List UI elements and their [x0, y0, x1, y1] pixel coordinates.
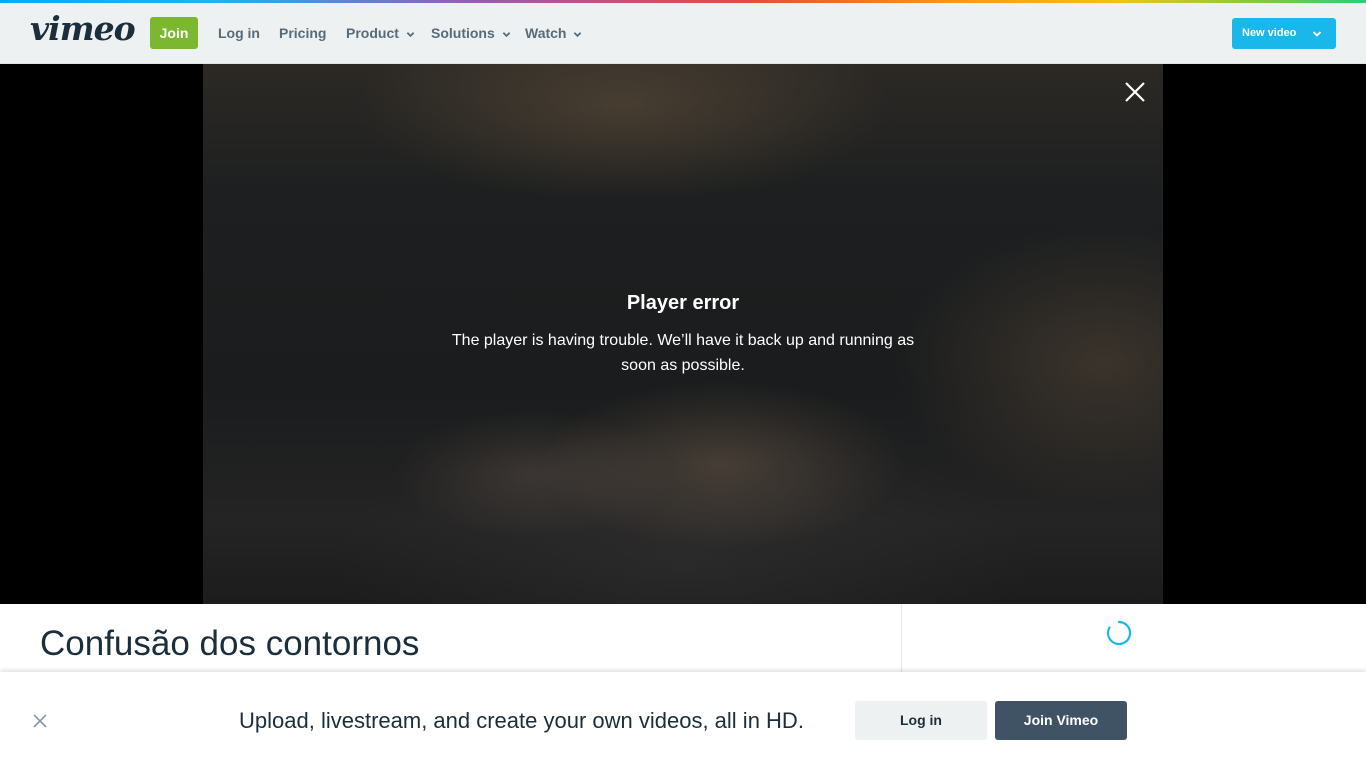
- signup-banner: Upload, livestream, and create your own …: [0, 672, 1366, 768]
- join-button[interactable]: Join: [150, 17, 198, 49]
- nav-product[interactable]: Product: [346, 17, 415, 49]
- nav-login[interactable]: Log in: [218, 17, 260, 49]
- nav-product-label: Product: [346, 25, 399, 41]
- player-error-title: Player error: [626, 292, 740, 314]
- nav-pricing-label: Pricing: [279, 25, 327, 41]
- nav-solutions-label: Solutions: [431, 25, 495, 41]
- new-video-label: New video: [1242, 27, 1297, 39]
- chevron-down-icon: [406, 31, 415, 37]
- nav-watch[interactable]: Watch: [525, 17, 582, 49]
- nav-login-label: Log in: [218, 25, 260, 41]
- player-error-message: The player is having trouble. We’ll have…: [451, 332, 915, 374]
- sidebar-divider: [901, 604, 902, 674]
- new-video-button[interactable]: New video: [1232, 18, 1336, 49]
- close-icon[interactable]: [1123, 80, 1147, 104]
- vimeo-logo[interactable]: vimeo: [30, 9, 136, 49]
- loading-spinner-icon: [1106, 620, 1132, 646]
- banner-join-button[interactable]: Join Vimeo: [995, 701, 1127, 740]
- video-title: Confusão dos contornos: [40, 624, 420, 663]
- banner-login-button[interactable]: Log in: [855, 701, 987, 740]
- chevron-down-icon: [502, 31, 510, 37]
- nav-watch-label: Watch: [525, 25, 567, 41]
- nav-pricing[interactable]: Pricing: [279, 17, 326, 49]
- site-header: vimeo Join Log in Pricing Product Soluti…: [0, 3, 1366, 64]
- banner-text: Upload, livestream, and create your own …: [239, 708, 804, 733]
- close-icon[interactable]: [32, 713, 48, 729]
- nav-solutions[interactable]: Solutions: [431, 17, 511, 49]
- chevron-down-icon: [1312, 31, 1322, 37]
- chevron-down-icon: [574, 31, 582, 37]
